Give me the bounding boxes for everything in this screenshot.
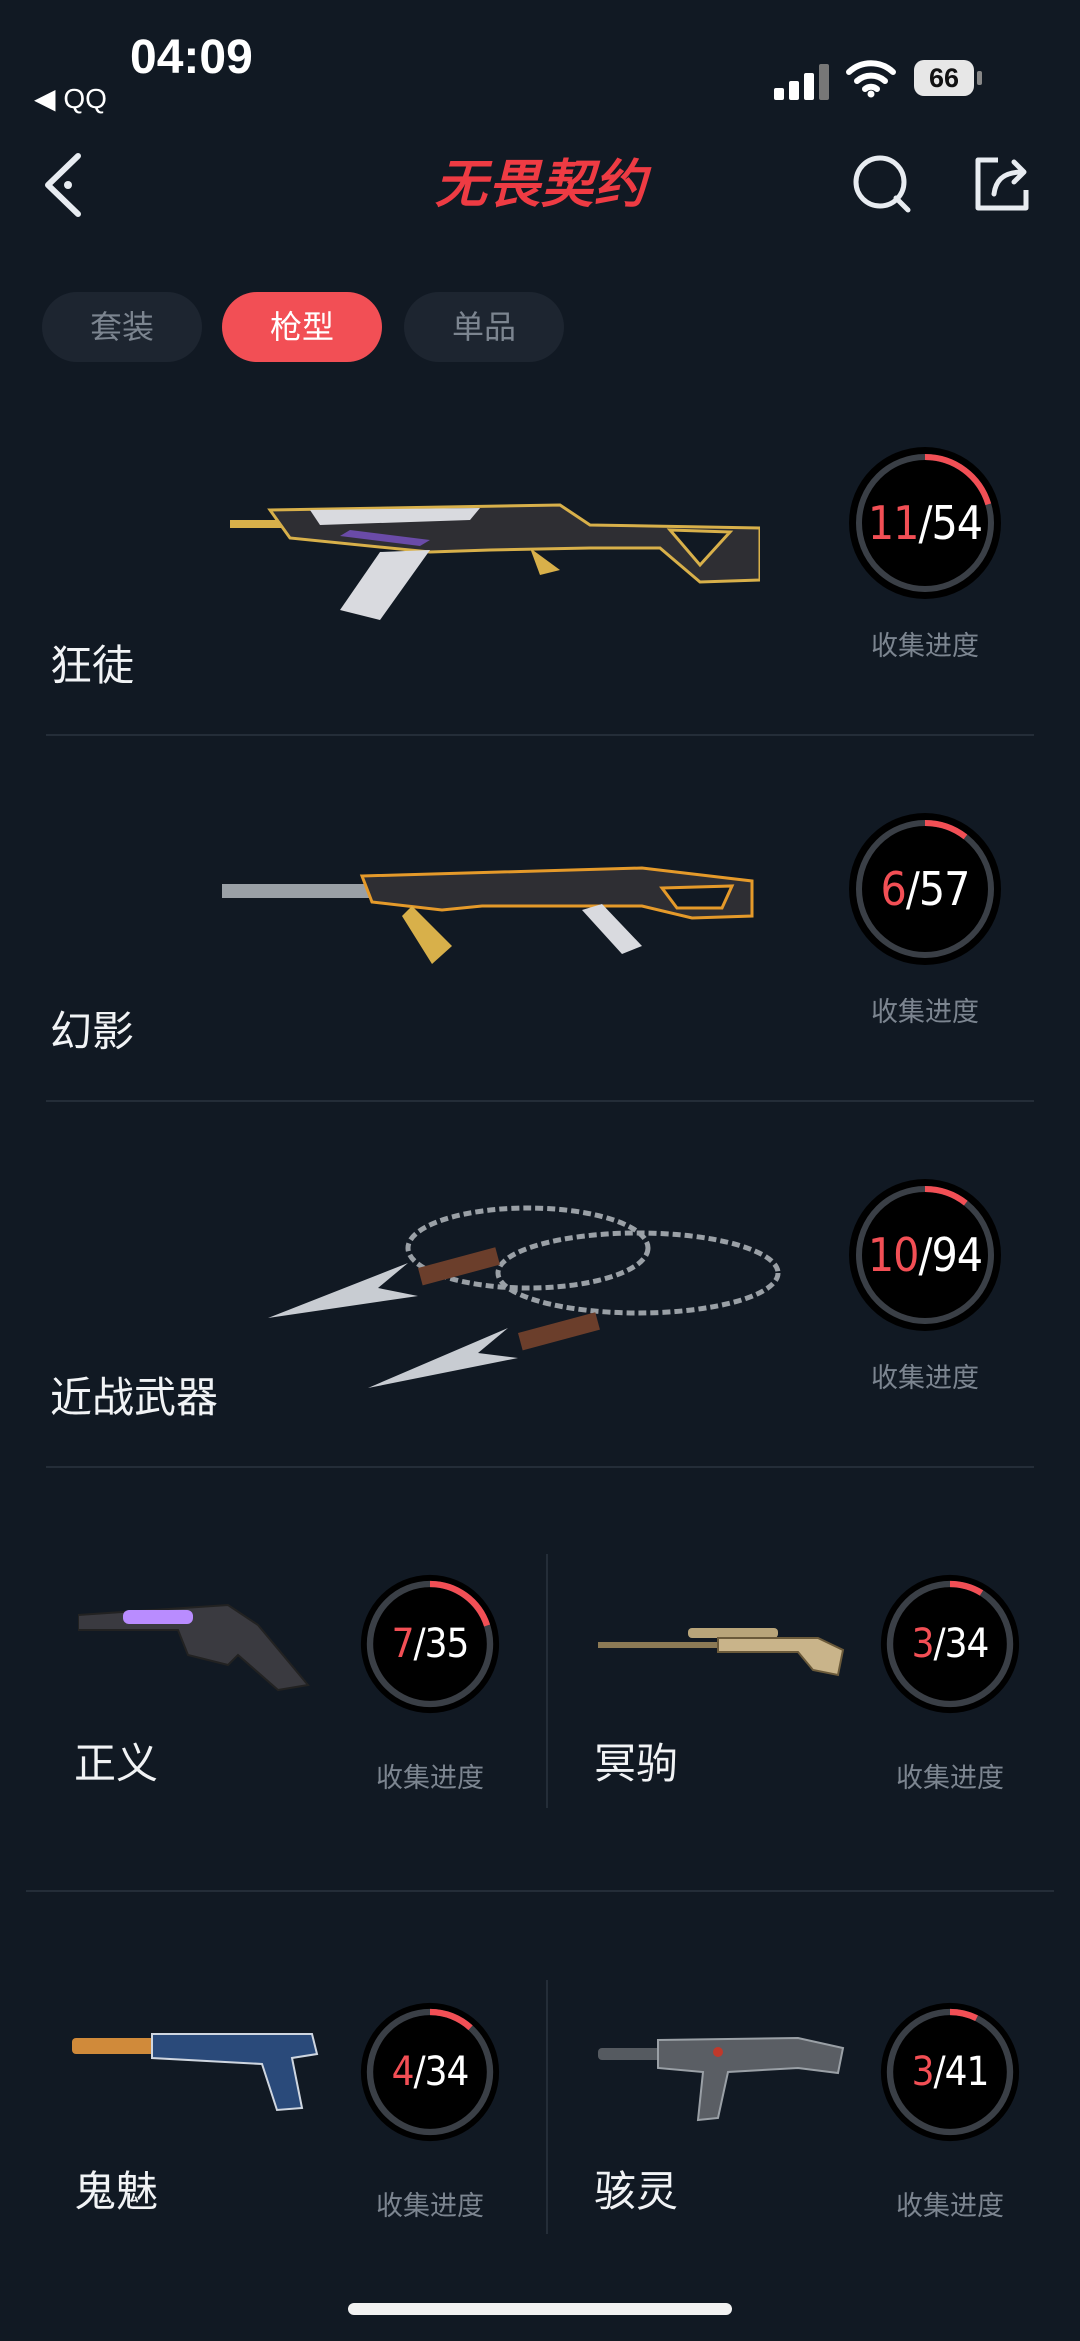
brand-logo: 无畏契约 [428, 154, 654, 216]
progress-label: 收集进度 [871, 631, 979, 662]
battery-level: 66 [914, 60, 974, 96]
row-divider [46, 1100, 1034, 1102]
weapon-cell-spectre[interactable]: 骇灵 3/41 收集进度 [548, 1988, 1068, 2248]
weapon-name: 狂徒 [50, 641, 135, 690]
progress-ring: 6/57 [848, 812, 1002, 966]
weapon-name: 正义 [74, 1739, 159, 1788]
progress-count: 3/41 [911, 2049, 990, 2095]
progress-label: 收集进度 [896, 1763, 1004, 1794]
progress-label: 收集进度 [376, 1763, 484, 1794]
wifi-icon [846, 60, 896, 98]
weapon-row-melee[interactable]: 近战武器 10/94 收集进度 [0, 1152, 1080, 1518]
spectre-smg-image [598, 2036, 845, 2122]
progress-ring: 3/34 [880, 1574, 1020, 1714]
melee-kunai-image [268, 1205, 781, 1388]
ghost-pistol-image [72, 2033, 319, 2112]
progress-count: 4/34 [391, 2049, 470, 2095]
progress-ring: 10/94 [848, 1178, 1002, 1332]
back-arrow-icon[interactable] [38, 150, 92, 220]
progress-count: 11/54 [867, 496, 983, 550]
progress-count: 3/34 [911, 1621, 990, 1667]
operator-sniper-image [598, 1628, 845, 1677]
search-icon[interactable] [852, 154, 912, 214]
weapon-name: 冥驹 [594, 1739, 679, 1788]
progress-ring: 11/54 [848, 446, 1002, 600]
progress-label: 收集进度 [376, 2191, 484, 2222]
weapon-row-vandal[interactable]: 狂徒 11/54 收集进度 [0, 420, 1080, 786]
progress-count: 6/57 [880, 862, 971, 916]
progress-label: 收集进度 [871, 997, 979, 1028]
weapon-name: 骇灵 [594, 2167, 679, 2216]
cellular-signal-icon [774, 64, 829, 100]
progress-label: 收集进度 [896, 2191, 1004, 2222]
tab-single-items[interactable]: 单品 [404, 292, 564, 362]
progress-ring: 3/41 [880, 2002, 1020, 2142]
status-time: 04:09 [130, 31, 253, 84]
weapon-cell-ghost[interactable]: 鬼魅 4/34 收集进度 [26, 1988, 546, 2248]
home-indicator[interactable] [348, 2303, 732, 2315]
weapon-cell-operator[interactable]: 冥驹 3/34 收集进度 [548, 1560, 1068, 1820]
row-divider [26, 1890, 1054, 1892]
weapon-name: 近战武器 [50, 1373, 219, 1422]
progress-ring: 4/34 [360, 2002, 500, 2142]
progress-label: 收集进度 [871, 1363, 979, 1394]
weapon-name: 幻影 [50, 1007, 135, 1056]
row-divider [46, 1466, 1034, 1468]
vandal-rifle-image [230, 503, 760, 620]
weapon-row-phantom[interactable]: 幻影 6/57 收集进度 [0, 786, 1080, 1152]
row-divider [46, 734, 1034, 736]
progress-count: 10/94 [867, 1228, 983, 1282]
progress-ring: 7/35 [360, 1574, 500, 1714]
weapon-name: 鬼魅 [74, 2167, 159, 2216]
battery-cap [977, 71, 982, 85]
back-to-app-link[interactable]: ◀ QQ [34, 82, 107, 115]
brand-title: 无畏契约 [434, 155, 647, 215]
battery-indicator: 66 [914, 60, 984, 96]
tab-weapon-types[interactable]: 枪型 [222, 292, 382, 362]
tab-outfits[interactable]: 套装 [42, 292, 202, 362]
sheriff-pistol-image [78, 1603, 310, 1692]
progress-count: 7/35 [391, 1621, 470, 1667]
phantom-rifle-image [222, 866, 754, 964]
share-icon[interactable] [972, 154, 1032, 214]
weapon-cell-sheriff[interactable]: 正义 7/35 收集进度 [26, 1560, 546, 1820]
